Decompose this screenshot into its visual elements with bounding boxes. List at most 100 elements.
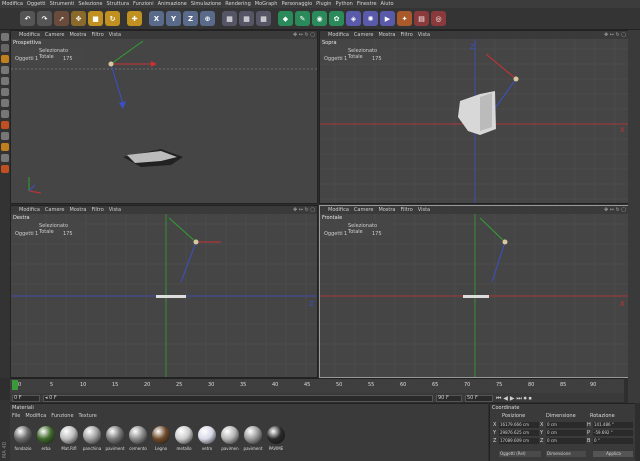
material-swatch[interactable]: vetro (196, 426, 218, 451)
end-frame-field-2[interactable]: 50 F (465, 395, 493, 402)
render-view-icon[interactable]: ▦ (222, 11, 237, 26)
viewport-right[interactable]: Modifica Camere Mostra Filtro Vista ✥ ↔ … (10, 205, 318, 378)
material-swatch[interactable]: Mat.Rifl (58, 426, 80, 451)
lock-icon[interactable] (1, 143, 9, 151)
apply-button[interactable]: Applica (593, 451, 633, 457)
menu-selezione[interactable]: Selezione (78, 1, 102, 7)
menu-plugin[interactable]: Plugin (316, 1, 331, 7)
material-swatch[interactable]: paviment (104, 426, 126, 451)
menu-mograph[interactable]: MoGraph (255, 1, 278, 7)
layout-icon[interactable]: ◎ (431, 11, 446, 26)
vp-menu-camere[interactable]: Camere (354, 32, 374, 38)
select-arrow-icon[interactable]: ➚ (54, 11, 69, 26)
frame-range-slider[interactable]: ◂ 0 F (43, 395, 433, 402)
vp-menu-mostra[interactable]: Mostra (69, 207, 86, 213)
end-frame-field[interactable]: 90 F (436, 395, 462, 402)
menu-modifica[interactable]: Modifica (2, 1, 23, 7)
materials-menu-texture[interactable]: Texture (79, 413, 97, 419)
grid-icon[interactable] (1, 154, 9, 162)
vp-menu-vista[interactable]: Vista (418, 207, 430, 213)
coordinate-mode-select[interactable]: Oggetti (Rel) (499, 451, 541, 457)
timeline-ruler[interactable]: 0 5 10 15 20 25 30 35 40 45 50 55 60 65 … (10, 379, 624, 393)
array-icon[interactable]: ✿ (329, 11, 344, 26)
vp-menu-filtro[interactable]: Filtro (401, 207, 413, 213)
vp-menu-modifica[interactable]: Modifica (328, 32, 349, 38)
dimension-mode-select[interactable]: Dimensione (546, 451, 586, 457)
workplane-icon[interactable] (1, 132, 9, 140)
material-swatch[interactable]: paviment (242, 426, 264, 451)
environment-icon[interactable]: ✺ (363, 11, 378, 26)
vp-menu-vista[interactable]: Vista (418, 32, 430, 38)
viewport-perspective[interactable]: Modifica Camere Mostra Filtro Vista ✥ ↔ … (10, 30, 318, 204)
vp-menu-modifica[interactable]: Modifica (19, 207, 40, 213)
menu-personaggio[interactable]: Personaggio (281, 1, 312, 7)
scale-icon[interactable]: ■ (88, 11, 103, 26)
menu-simulazione[interactable]: Simulazione (191, 1, 221, 7)
menu-finestre[interactable]: Finestre (357, 1, 377, 7)
viewport-nav-icons[interactable]: ✥ ↔ ↻ ▢ (293, 207, 315, 213)
coordinate-system-icon[interactable]: ⊕ (200, 11, 215, 26)
menu-python[interactable]: Python (335, 1, 352, 7)
menu-rendering[interactable]: Rendering (225, 1, 251, 7)
axis-z-button[interactable]: Z (183, 11, 198, 26)
menu-strumenti[interactable]: Strumenti (50, 1, 75, 7)
right-panel-edge[interactable] (628, 30, 640, 403)
render-region-icon[interactable]: ▦ (239, 11, 254, 26)
material-swatch[interactable]: pavimen (219, 426, 241, 451)
material-swatch[interactable]: panchina (81, 426, 103, 451)
vp-menu-mostra[interactable]: Mostra (69, 32, 86, 38)
rotation-h-field[interactable]: 141.486 ° (593, 422, 633, 428)
materials-menu-modifica[interactable]: Modifica (25, 413, 46, 419)
material-swatch[interactable]: metallo (173, 426, 195, 451)
playback-controls[interactable]: ⏮ ◀ ▶ ⏭ ⏺ ⏹ (496, 395, 532, 403)
vp-menu-vista[interactable]: Vista (109, 32, 121, 38)
rotate-icon[interactable]: ↻ (105, 11, 120, 26)
vp-menu-mostra[interactable]: Mostra (378, 32, 395, 38)
vp-menu-camere[interactable]: Camere (45, 32, 65, 38)
viewport-nav-icons[interactable]: ✥ ↔ ↻ ▢ (293, 32, 315, 38)
rotation-b-field[interactable]: 0 ° (593, 438, 633, 444)
light-icon[interactable]: ✦ (397, 11, 412, 26)
undo-icon[interactable]: ↶ (20, 11, 35, 26)
position-x-field[interactable]: 16179.666 cm (499, 422, 539, 428)
vp-menu-camere[interactable]: Camere (45, 207, 65, 213)
move-icon[interactable]: ✥ (71, 11, 86, 26)
redo-icon[interactable]: ↷ (37, 11, 52, 26)
dimension-y-field[interactable]: 0 cm (546, 430, 586, 436)
position-y-field[interactable]: 29876.625 cm (499, 430, 539, 436)
script-icon[interactable]: ▤ (414, 11, 429, 26)
use-model-icon[interactable] (1, 33, 9, 41)
vp-menu-filtro[interactable]: Filtro (401, 32, 413, 38)
camera-icon[interactable]: ▶ (380, 11, 395, 26)
material-swatch[interactable]: cemento (127, 426, 149, 451)
axis-x-button[interactable]: X (149, 11, 164, 26)
menu-animazione[interactable]: Animazione (158, 1, 187, 7)
spline-icon[interactable]: ✎ (295, 11, 310, 26)
menu-aiuto[interactable]: Aiuto (381, 1, 394, 7)
menu-struttura[interactable]: Struttura (106, 1, 129, 7)
use-points-icon[interactable] (1, 66, 9, 74)
vp-menu-modifica[interactable]: Modifica (19, 32, 40, 38)
sculpt-icon[interactable] (1, 165, 9, 173)
use-texture-icon[interactable] (1, 55, 9, 63)
material-swatch[interactable]: Legno (150, 426, 172, 451)
vp-menu-filtro[interactable]: Filtro (92, 207, 104, 213)
position-z-field[interactable]: 17089.609 cm (499, 438, 539, 444)
use-polygons-icon[interactable] (1, 88, 9, 96)
material-swatch[interactable]: erba (35, 426, 57, 451)
viewport-front[interactable]: Modifica Camere Mostra Filtro Vista ✥ ↔ … (319, 205, 629, 378)
timeline[interactable]: 0 5 10 15 20 25 30 35 40 45 50 55 60 65 … (10, 378, 624, 402)
rotation-p-field[interactable]: -59.692 ° (593, 430, 633, 436)
dimension-x-field[interactable]: 0 cm (546, 422, 586, 428)
use-object-icon[interactable] (1, 44, 9, 52)
vp-menu-vista[interactable]: Vista (109, 207, 121, 213)
tweak-icon[interactable] (1, 99, 9, 107)
dimension-z-field[interactable]: 0 cm (546, 438, 586, 444)
materials-menu-funzione[interactable]: Funzione (51, 413, 73, 419)
cube-icon[interactable]: ◆ (278, 11, 293, 26)
viewport-top[interactable]: Modifica Camere Mostra Filtro Vista ✥ ↔ … (319, 30, 629, 204)
add-object-icon[interactable]: ✚ (127, 11, 142, 26)
start-frame-field[interactable]: 0 F (12, 395, 40, 402)
use-edges-icon[interactable] (1, 77, 9, 85)
deformer-icon[interactable]: ◈ (346, 11, 361, 26)
